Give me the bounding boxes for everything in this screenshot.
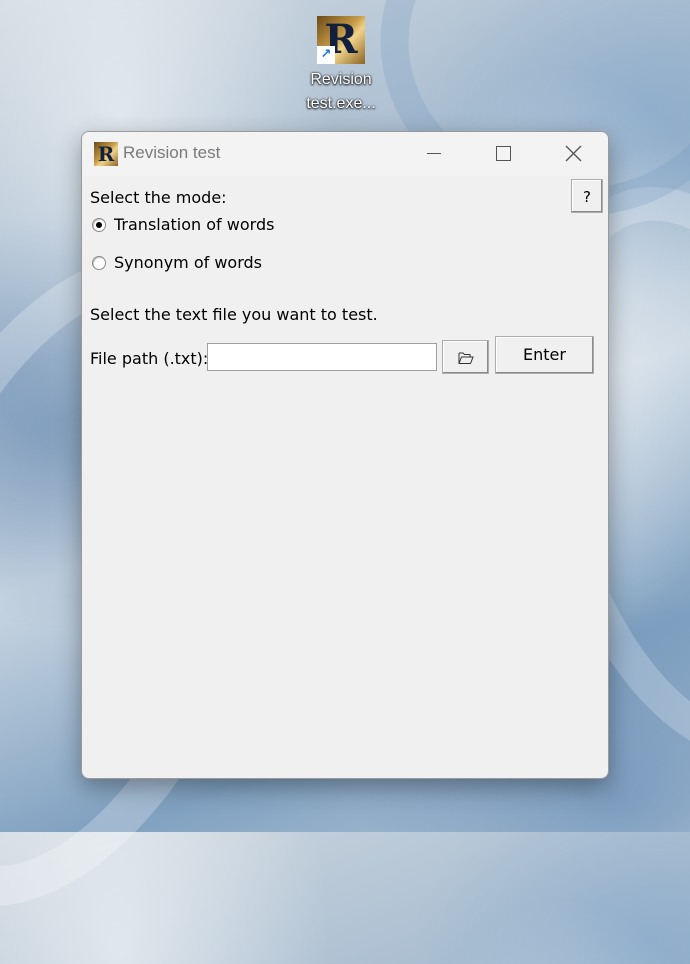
- enter-button[interactable]: Enter: [495, 336, 594, 374]
- app-shortcut-icon: R ↗: [317, 16, 365, 64]
- title-bar[interactable]: R Revision test: [82, 132, 608, 176]
- radio-label: Translation of words: [114, 215, 275, 234]
- window-title: Revision test: [123, 143, 221, 162]
- window-content: Select the mode: ? Translation of words …: [82, 176, 608, 778]
- close-icon: [565, 145, 582, 162]
- revision-test-window: R Revision test Select the mode: ? Trans…: [81, 131, 609, 779]
- maximize-icon: [496, 146, 511, 161]
- radio-translation-of-words[interactable]: Translation of words: [92, 215, 274, 234]
- file-path-label: File path (.txt):: [90, 349, 209, 368]
- minimize-icon: [427, 153, 441, 154]
- desktop-shortcut-revision-test[interactable]: R ↗ Revision test.exe...: [300, 16, 382, 116]
- desktop-shortcut-label: Revision test.exe...: [306, 71, 376, 112]
- radio-indicator[interactable]: [92, 255, 106, 270]
- file-path-input[interactable]: [207, 343, 437, 371]
- shortcut-arrow-icon: ↗: [317, 46, 335, 64]
- maximize-button[interactable]: [468, 132, 538, 176]
- file-hint-text: Select the text file you want to test.: [90, 305, 378, 324]
- app-icon: R: [94, 142, 118, 166]
- radio-selected-indicator[interactable]: [92, 217, 106, 232]
- folder-open-icon: [458, 352, 474, 364]
- help-button[interactable]: ?: [571, 179, 603, 213]
- mode-label: Select the mode:: [90, 188, 227, 207]
- radio-synonym-of-words[interactable]: Synonym of words: [92, 253, 262, 272]
- minimize-button[interactable]: [398, 132, 468, 176]
- radio-label: Synonym of words: [114, 253, 263, 272]
- close-button[interactable]: [538, 132, 608, 176]
- browse-button[interactable]: [442, 340, 489, 374]
